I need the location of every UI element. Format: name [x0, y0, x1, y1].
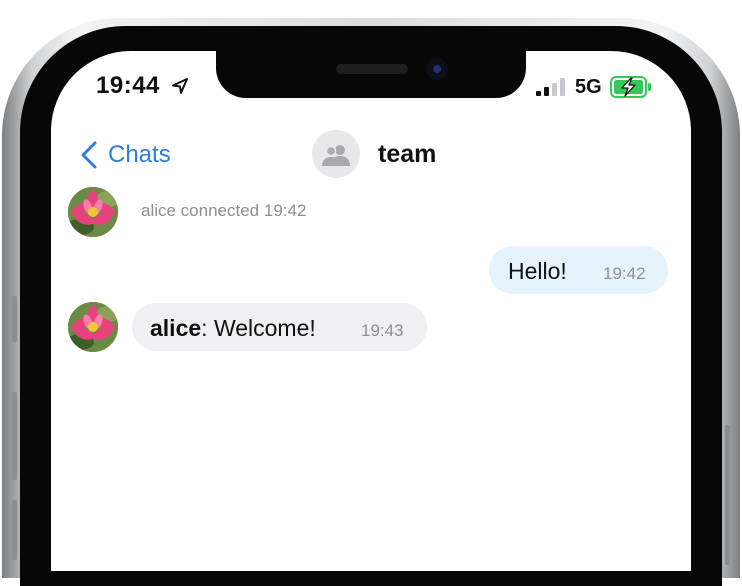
- side-button: [12, 296, 17, 342]
- sender-name: alice: [150, 315, 202, 341]
- chevron-left-icon: [81, 141, 97, 169]
- water-lily-avatar[interactable]: [68, 187, 118, 237]
- side-button: [12, 392, 17, 480]
- sender-separator: :: [201, 315, 208, 341]
- water-lily-avatar[interactable]: [68, 302, 118, 352]
- message-time: 19:42: [603, 264, 646, 283]
- message-time: 19:43: [361, 321, 404, 340]
- back-button[interactable]: Chats: [80, 140, 171, 170]
- front-camera: [426, 58, 448, 80]
- group-icon: [322, 145, 350, 166]
- speaker-grille: [336, 64, 408, 74]
- incoming-message-bubble[interactable]: alice: Welcome! 19:43: [132, 303, 427, 351]
- chat-title[interactable]: team: [378, 140, 436, 169]
- battery-charging-icon: [610, 76, 651, 98]
- message-content: alice: Welcome!: [150, 315, 316, 342]
- message-text: Hello!: [508, 258, 567, 284]
- outgoing-message-bubble[interactable]: Hello! 19:42: [489, 246, 668, 294]
- location-arrow-icon: [172, 78, 188, 94]
- side-button: [725, 425, 730, 565]
- side-button: [12, 500, 17, 560]
- system-message: alice connected 19:42: [141, 201, 307, 220]
- cellular-signal-icon: [536, 78, 565, 96]
- message-text: Welcome!: [213, 315, 316, 341]
- back-label: Chats: [108, 141, 171, 168]
- group-avatar[interactable]: [312, 130, 360, 178]
- network-type: 5G: [575, 76, 602, 98]
- status-time: 19:44: [96, 72, 160, 99]
